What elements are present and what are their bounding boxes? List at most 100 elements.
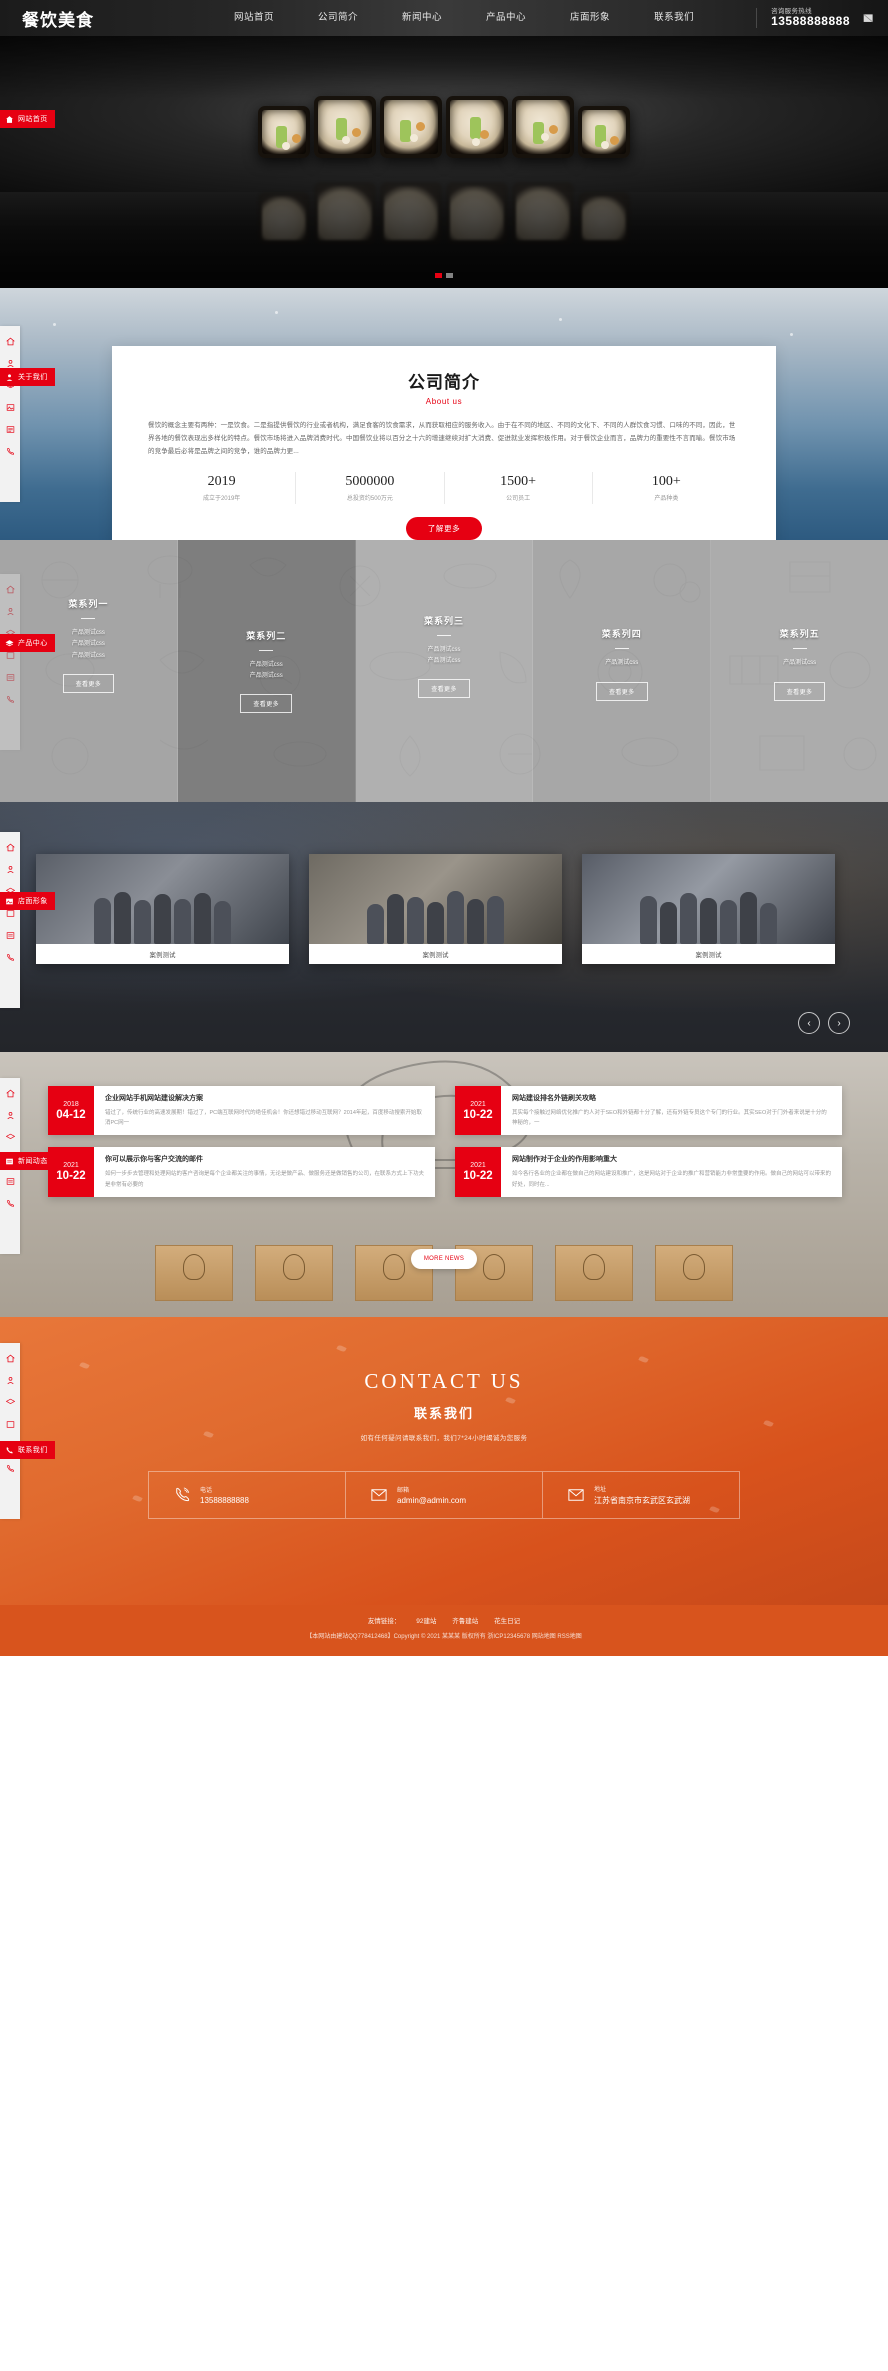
sidebar-item-contact[interactable] bbox=[0, 946, 20, 968]
nav-item-contact[interactable]: 联系我们 bbox=[632, 0, 716, 36]
news-day: 10-22 bbox=[463, 1108, 493, 1121]
sidebar-item-contact[interactable] bbox=[0, 1457, 20, 1479]
sidebar-item-news[interactable] bbox=[0, 924, 20, 946]
news-desc: 如今各行各业的企业都在做自己的网站建设和推广，这是网站对于企业的推广和营销能力非… bbox=[512, 1171, 832, 1188]
stat-value: 5000000 bbox=[345, 474, 395, 489]
user-icon bbox=[0, 373, 18, 382]
nav-item-news[interactable]: 新闻中心 bbox=[380, 0, 464, 36]
product-sub: 产品测试css bbox=[605, 660, 639, 667]
sidebar-item-home[interactable] bbox=[0, 1082, 20, 1104]
gallery-photo bbox=[309, 854, 562, 944]
banner-dot-2[interactable] bbox=[446, 273, 453, 278]
news-card[interactable]: 2021 10-22 你可以展示你与客户交流的邮件 如何一步步去管理和处理网站的… bbox=[48, 1147, 435, 1197]
nav-item-products[interactable]: 产品中心 bbox=[464, 0, 548, 36]
product-column-4[interactable]: 菜系列四 产品测试css 查看更多 bbox=[533, 540, 712, 802]
contact-label: 地址 bbox=[594, 1487, 607, 1493]
gallery-card[interactable]: 案例测试 bbox=[582, 854, 835, 964]
float-sidebar-gallery bbox=[0, 832, 20, 1008]
product-column-1[interactable]: 菜系列一 产品测试css 产品测试css 产品测试css 查看更多 bbox=[0, 540, 178, 802]
contact-address-cell[interactable]: 地址 江苏省南京市玄武区玄武湖 bbox=[543, 1472, 739, 1518]
product-column-2[interactable]: 菜系列二 产品测试css 产品测试css 查看更多 bbox=[177, 540, 356, 802]
gallery-card[interactable]: 案例测试 bbox=[309, 854, 562, 964]
main-nav: 网站首页 公司简介 新闻中心 产品中心 店面形象 联系我们 bbox=[172, 0, 756, 36]
product-more-button[interactable]: 查看更多 bbox=[240, 694, 292, 714]
contact-info-box: 电话 13588888888 邮箱 admin@admin.com 地址 江苏省… bbox=[148, 1471, 740, 1519]
contact-title-cn: 联系我们 bbox=[413, 1406, 474, 1421]
stat-founded: 2019 成立于2019年 bbox=[148, 472, 297, 504]
sidebar-item-products[interactable] bbox=[0, 1126, 20, 1148]
sidebar-item-home[interactable] bbox=[0, 836, 20, 858]
sidebar-item-home[interactable] bbox=[0, 330, 20, 352]
side-tag-home[interactable]: 网站首页 bbox=[0, 110, 55, 128]
news-card[interactable]: 2021 10-22 网站建设排名外链刷关攻略 其实每个接触过网络优化推广的人对… bbox=[455, 1086, 842, 1136]
product-sub: 产品测试css bbox=[249, 661, 283, 668]
product-column-3[interactable]: 菜系列三 产品测试css 产品测试css 查看更多 bbox=[355, 540, 534, 802]
product-name: 菜系列五 bbox=[779, 629, 820, 640]
friend-link-1[interactable]: 92建站 bbox=[416, 1618, 436, 1625]
news-date: 2021 10-22 bbox=[48, 1147, 94, 1197]
sidebar-item-contact[interactable] bbox=[0, 440, 20, 462]
phone-icon bbox=[0, 1446, 18, 1455]
sidebar-item-stores[interactable] bbox=[0, 396, 20, 418]
product-sub: 产品测试css bbox=[71, 629, 105, 636]
product-more-button[interactable]: 查看更多 bbox=[595, 681, 648, 701]
product-name: 菜系列四 bbox=[601, 629, 642, 640]
language-icon[interactable] bbox=[858, 13, 878, 24]
news-section: 新闻动态 2018 04-12 企业网站手机网站建设解决方案 错过了，传统行业的… bbox=[0, 1052, 888, 1317]
news-more-button[interactable]: MORE NEWS bbox=[411, 1249, 477, 1269]
side-tag-news-label: 新闻动态 bbox=[18, 1158, 48, 1165]
side-tag-news[interactable]: 新闻动态 bbox=[0, 1152, 55, 1170]
stat-label: 成立于2019年 bbox=[202, 496, 241, 502]
gallery-track: 案例测试 案例测试 案例测试 bbox=[36, 854, 835, 964]
gallery-caption: 案例测试 bbox=[422, 952, 449, 959]
news-card[interactable]: 2018 04-12 企业网站手机网站建设解决方案 错过了，传统行业的高速发展期… bbox=[48, 1086, 435, 1136]
sidebar-item-about[interactable] bbox=[0, 1104, 20, 1126]
product-sub: 产品测试css bbox=[427, 658, 461, 664]
news-body: 企业网站手机网站建设解决方案 错过了，传统行业的高速发展期！错过了，PC端互联网… bbox=[94, 1086, 435, 1135]
contact-email-cell[interactable]: 邮箱 admin@admin.com bbox=[346, 1472, 543, 1518]
banner-dot-1[interactable] bbox=[435, 273, 442, 278]
image-icon bbox=[0, 897, 18, 906]
gallery-photo bbox=[36, 854, 289, 944]
gallery-next-button[interactable]: › bbox=[828, 1012, 850, 1034]
product-more-button[interactable]: 查看更多 bbox=[418, 679, 470, 699]
site-footer: 友情链接： 92建站 齐鲁建站 花生日记 【本网站由建站QQ778412468】… bbox=[0, 1605, 888, 1657]
nav-item-stores[interactable]: 店面形象 bbox=[548, 0, 632, 36]
float-sidebar bbox=[0, 326, 20, 502]
site-logo[interactable]: 餐饮美食 bbox=[22, 6, 172, 31]
side-tag-about[interactable]: 关于我们 bbox=[0, 368, 55, 386]
sidebar-item-contact[interactable] bbox=[0, 1192, 20, 1214]
stat-value: 1500+ bbox=[500, 474, 537, 489]
contact-phone-cell[interactable]: 电话 13588888888 bbox=[149, 1472, 346, 1518]
news-body: 网站制作对于企业的作用影响重大 如今各行各业的企业都在做自己的网站建设和推广，这… bbox=[501, 1147, 842, 1196]
sidebar-item-news[interactable] bbox=[0, 418, 20, 440]
side-tag-stores[interactable]: 店面形象 bbox=[0, 892, 55, 910]
news-desc: 其实每个接触过网络优化推广的人对于SEO和外链都十分了解，还有外链专员这个专门的… bbox=[512, 1110, 827, 1127]
stat-label: 总投资约500万元 bbox=[346, 496, 393, 502]
hero-banner: 网站首页 bbox=[0, 36, 888, 288]
nav-item-about[interactable]: 公司简介 bbox=[296, 0, 380, 36]
news-card[interactable]: 2021 10-22 网站制作对于企业的作用影响重大 如今各行各业的企业都在做自… bbox=[455, 1147, 842, 1197]
header-hotline: 咨询服务热线 13588888888 bbox=[756, 7, 850, 29]
location-icon bbox=[567, 1486, 585, 1504]
contact-address-text: 地址 江苏省南京市玄武区玄武湖 bbox=[594, 1484, 690, 1506]
product-more-button[interactable]: 查看更多 bbox=[773, 681, 826, 701]
friend-link-3[interactable]: 花生日记 bbox=[494, 1618, 520, 1625]
product-sub: 产品测试css bbox=[783, 660, 817, 667]
stat-product-types: 100+ 产品种类 bbox=[593, 472, 740, 504]
product-more-button[interactable]: 查看更多 bbox=[62, 674, 115, 694]
sidebar-item-news[interactable] bbox=[0, 1170, 20, 1192]
gallery-prev-button[interactable]: ‹ bbox=[798, 1012, 820, 1034]
side-tag-contact[interactable]: 联系我们 bbox=[0, 1441, 55, 1459]
nav-item-home[interactable]: 网站首页 bbox=[212, 0, 296, 36]
sidebar-item-about[interactable] bbox=[0, 858, 20, 880]
contact-label: 电话 bbox=[200, 1488, 213, 1494]
about-more-button[interactable]: 了解更多 bbox=[405, 517, 483, 540]
phone-icon bbox=[173, 1486, 191, 1504]
side-tag-products[interactable]: 产品中心 bbox=[0, 634, 55, 652]
product-column-5[interactable]: 菜系列五 产品测试css 查看更多 bbox=[711, 540, 888, 802]
friend-link-2[interactable]: 齐鲁建站 bbox=[452, 1618, 478, 1625]
products-section: 产品中心 菜系列一 产品测试css 产品测试css 产品测试css 查看更多 菜… bbox=[0, 540, 888, 802]
gallery-card[interactable]: 案例测试 bbox=[36, 854, 289, 964]
contact-section: 联系我们 CONTACT US 联系我们 如有任何疑问请联系我们，我们7*24小… bbox=[0, 1317, 888, 1605]
